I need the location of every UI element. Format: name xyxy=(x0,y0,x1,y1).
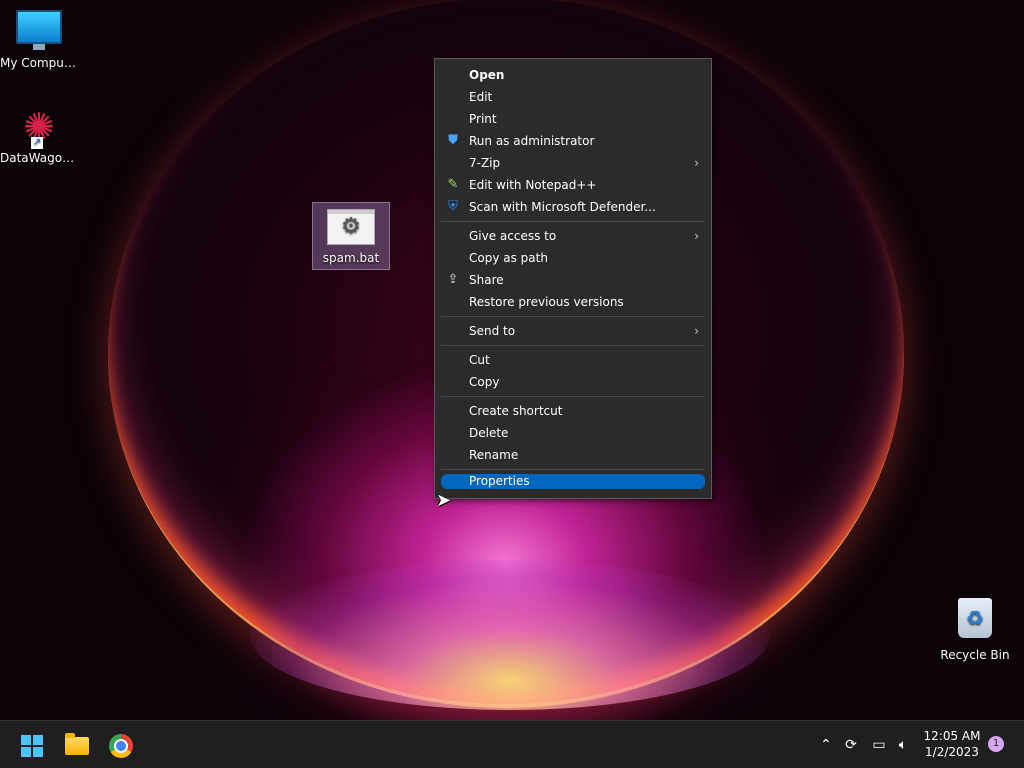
menu-separator xyxy=(441,316,705,317)
menu-separator xyxy=(441,345,705,346)
desktop-icon-label: spam.bat xyxy=(322,251,380,265)
menu-separator xyxy=(441,469,705,470)
menu-item-edit-with-notepadpp[interactable]: ✎ Edit with Notepad++ xyxy=(435,174,711,196)
chrome-button[interactable] xyxy=(105,729,137,761)
menu-item-7zip[interactable]: 7-Zip › xyxy=(435,152,711,174)
menu-item-copy[interactable]: Copy xyxy=(435,371,711,393)
computer-icon xyxy=(16,10,62,50)
network-icon[interactable]: ▭ xyxy=(869,733,889,757)
chevron-right-icon: › xyxy=(694,229,699,243)
batch-file-icon: ⚙ xyxy=(327,209,375,245)
start-button[interactable] xyxy=(16,729,48,761)
desktop-icon-label: My Computer xyxy=(0,56,78,70)
notepadpp-icon: ✎ xyxy=(447,177,459,192)
menu-item-edit[interactable]: Edit xyxy=(435,86,711,108)
taskbar: ⌃ ⟳ ▭ 🔈︎ 12:05 AM 1/2/2023 xyxy=(0,720,1024,768)
menu-item-give-access-to[interactable]: Give access to › xyxy=(435,225,711,247)
desktop-icon-my-computer[interactable]: My Computer xyxy=(0,10,78,70)
desktop-icon-datawagon[interactable]: ✺ ↗ DataWagon... xyxy=(0,107,78,165)
shortcut-arrow-icon: ↗ xyxy=(31,137,43,149)
sync-icon[interactable]: ⟳ xyxy=(841,733,861,757)
chevron-right-icon: › xyxy=(694,324,699,338)
menu-item-rename[interactable]: Rename xyxy=(435,444,711,466)
show-hidden-icons-chevron-up-icon[interactable]: ⌃ xyxy=(818,733,834,757)
menu-item-copy-as-path[interactable]: Copy as path xyxy=(435,247,711,269)
taskbar-clock[interactable]: 12:05 AM 1/2/2023 xyxy=(920,728,984,760)
context-menu: Open Edit Print ⛊ Run as administrator 7… xyxy=(434,58,712,499)
recycle-bin-icon: ♻ xyxy=(958,598,992,638)
menu-item-restore-previous-versions[interactable]: Restore previous versions xyxy=(435,291,711,313)
menu-item-create-shortcut[interactable]: Create shortcut xyxy=(435,400,711,422)
menu-item-delete[interactable]: Delete xyxy=(435,422,711,444)
menu-item-properties[interactable]: Properties xyxy=(441,474,705,489)
menu-item-run-as-administrator[interactable]: ⛊ Run as administrator xyxy=(435,130,711,152)
clock-date: 1/2/2023 xyxy=(925,745,979,759)
defender-icon: ⛨ xyxy=(448,199,458,214)
menu-item-send-to[interactable]: Send to › xyxy=(435,320,711,342)
chevron-right-icon: › xyxy=(694,156,699,170)
clock-time: 12:05 AM xyxy=(923,729,981,743)
file-explorer-button[interactable] xyxy=(61,729,93,761)
windows-logo-icon xyxy=(21,734,43,757)
share-icon: ⇪ xyxy=(447,272,459,287)
menu-item-open[interactable]: Open xyxy=(435,64,711,86)
wallpaper-glow xyxy=(250,560,770,710)
desktop-icon-spam-bat[interactable]: ⚙ spam.bat xyxy=(312,202,390,270)
chrome-icon xyxy=(109,733,133,758)
volume-icon[interactable]: 🔈︎ xyxy=(893,733,913,757)
menu-separator xyxy=(441,396,705,397)
mouse-cursor-icon: ➤ xyxy=(436,490,452,511)
desktop-icon-label: Recycle Bin xyxy=(940,648,1010,662)
folder-icon xyxy=(65,732,89,755)
menu-item-cut[interactable]: Cut xyxy=(435,349,711,371)
shield-icon: ⛊ xyxy=(448,133,458,148)
notification-badge[interactable]: 1 xyxy=(988,736,1004,752)
menu-item-print[interactable]: Print xyxy=(435,108,711,130)
desktop-icon-label: DataWagon... xyxy=(0,151,78,165)
menu-separator xyxy=(441,221,705,222)
menu-item-scan-with-defender[interactable]: ⛨ Scan with Microsoft Defender... xyxy=(435,196,711,218)
desktop-icon-recycle-bin[interactable]: ♻ Recycle Bin xyxy=(936,598,1014,662)
menu-item-share[interactable]: ⇪ Share xyxy=(435,269,711,291)
datawagon-app-icon: ✺ ↗ xyxy=(23,105,55,149)
